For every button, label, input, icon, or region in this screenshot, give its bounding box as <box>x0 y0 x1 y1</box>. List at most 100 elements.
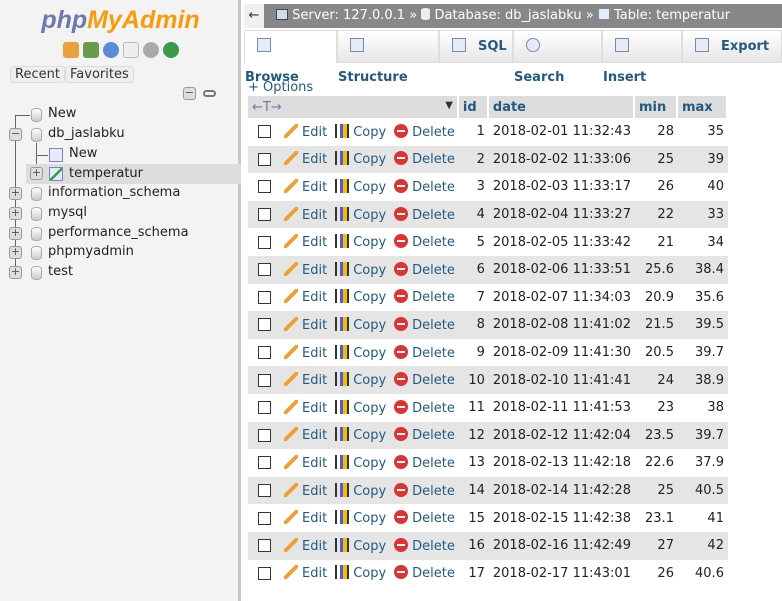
cell-max[interactable]: 39.5 <box>677 311 728 339</box>
copy-link[interactable]: Copy <box>335 427 386 443</box>
row-checkbox[interactable] <box>258 456 271 470</box>
edit-link[interactable]: Edit <box>284 537 327 554</box>
cell-max[interactable]: 35.6 <box>677 283 728 312</box>
delete-link[interactable]: Delete <box>394 372 455 388</box>
delete-link[interactable]: Delete <box>394 344 455 361</box>
copy-link[interactable]: Copy <box>335 123 386 140</box>
row-checkbox[interactable] <box>258 318 271 332</box>
delete-link[interactable]: Delete <box>394 537 455 554</box>
cell-id[interactable]: 13 <box>458 449 489 477</box>
cell-max[interactable]: 41 <box>677 504 728 532</box>
cell-max[interactable]: 39.7 <box>677 421 728 450</box>
cell-date[interactable]: 2018-02-01 11:32:43 <box>488 118 635 146</box>
cell-max[interactable]: 42 <box>677 531 728 560</box>
cell-id[interactable]: 2 <box>458 145 489 174</box>
row-checkbox[interactable] <box>258 263 271 277</box>
delete-link[interactable]: Delete <box>394 206 455 223</box>
tree-db-information-schema[interactable]: information_schema <box>48 183 180 203</box>
cell-date[interactable]: 2018-02-13 11:42:18 <box>488 449 635 477</box>
edit-link[interactable]: Edit <box>284 482 327 499</box>
edit-link[interactable]: Edit <box>284 372 327 388</box>
tab-search[interactable]: Search <box>513 30 602 85</box>
cell-max[interactable]: 38.4 <box>677 255 728 284</box>
copy-link[interactable]: Copy <box>335 510 386 526</box>
cell-min[interactable]: 23.5 <box>634 421 678 450</box>
cell-date[interactable]: 2018-02-16 11:42:49 <box>488 531 635 560</box>
row-checkbox[interactable] <box>258 208 271 222</box>
cell-min[interactable]: 21.5 <box>634 311 678 339</box>
collapse-icon[interactable]: − <box>9 128 22 141</box>
edit-link[interactable]: Edit <box>284 454 327 471</box>
header-id[interactable]: id <box>458 96 489 118</box>
copy-link[interactable]: Copy <box>335 372 386 388</box>
copy-link[interactable]: Copy <box>335 234 386 250</box>
cell-id[interactable]: 17 <box>458 559 489 588</box>
cell-id[interactable]: 12 <box>458 421 489 450</box>
delete-link[interactable]: Delete <box>394 565 455 581</box>
delete-link[interactable]: Delete <box>394 261 455 278</box>
copy-link[interactable]: Copy <box>335 261 386 278</box>
cell-max[interactable]: 38 <box>677 393 728 422</box>
edit-link[interactable]: Edit <box>284 123 327 140</box>
edit-link[interactable]: Edit <box>284 234 327 250</box>
edit-link[interactable]: Edit <box>284 178 327 195</box>
row-checkbox[interactable] <box>258 566 271 580</box>
help-icon[interactable] <box>103 42 119 58</box>
cell-min[interactable]: 20.9 <box>634 283 678 312</box>
cell-id[interactable]: 9 <box>458 338 489 367</box>
recent-button[interactable]: Recent <box>10 66 65 83</box>
delete-link[interactable]: Delete <box>394 151 455 167</box>
tree-table-label[interactable]: temperatur <box>69 164 143 184</box>
favorites-button[interactable]: Favorites <box>65 66 134 83</box>
tree-db-test[interactable]: test <box>48 262 73 282</box>
tab-export[interactable]: Export <box>682 30 782 63</box>
cell-date[interactable]: 2018-02-11 11:41:53 <box>488 393 635 422</box>
cell-date[interactable]: 2018-02-05 11:33:42 <box>488 228 635 256</box>
row-checkbox[interactable] <box>258 428 271 442</box>
cell-max[interactable]: 34 <box>677 228 728 256</box>
edit-link[interactable]: Edit <box>284 344 327 361</box>
tree-db-performance-schema[interactable]: performance_schema <box>48 223 189 243</box>
edit-link[interactable]: Edit <box>284 151 327 167</box>
tab-insert[interactable]: Insert <box>602 30 682 85</box>
cell-id[interactable]: 10 <box>458 366 489 394</box>
cell-min[interactable]: 26 <box>634 559 678 588</box>
column-resize-header[interactable]: ←T→ ▼ <box>248 96 459 118</box>
delete-link[interactable]: Delete <box>394 178 455 195</box>
edit-link[interactable]: Edit <box>284 565 327 581</box>
home-icon[interactable] <box>63 42 79 58</box>
cell-id[interactable]: 14 <box>458 476 489 505</box>
logout-icon[interactable] <box>83 42 99 58</box>
copy-link[interactable]: Copy <box>335 454 386 471</box>
tree-db-mysql[interactable]: mysql <box>48 203 87 223</box>
cell-id[interactable]: 8 <box>458 311 489 339</box>
collapse-panel-button[interactable]: ← <box>244 4 264 28</box>
delete-link[interactable]: Delete <box>394 482 455 499</box>
cell-min[interactable]: 28 <box>634 118 678 146</box>
cell-max[interactable]: 35 <box>677 118 728 146</box>
expand-icon[interactable]: + <box>30 167 43 180</box>
header-max[interactable]: max <box>677 96 728 118</box>
cell-min[interactable]: 21 <box>634 228 678 256</box>
delete-link[interactable]: Delete <box>394 234 455 250</box>
cell-id[interactable]: 5 <box>458 228 489 256</box>
cell-id[interactable]: 3 <box>458 173 489 201</box>
cell-date[interactable]: 2018-02-04 11:33:27 <box>488 200 635 229</box>
cell-max[interactable]: 39.7 <box>677 338 728 367</box>
cell-date[interactable]: 2018-02-17 11:43:01 <box>488 559 635 588</box>
delete-link[interactable]: Delete <box>394 123 455 140</box>
cell-id[interactable]: 7 <box>458 283 489 312</box>
edit-link[interactable]: Edit <box>284 427 327 443</box>
cell-date[interactable]: 2018-02-08 11:41:02 <box>488 311 635 339</box>
cell-min[interactable]: 20.5 <box>634 338 678 367</box>
row-checkbox[interactable] <box>258 125 271 139</box>
copy-link[interactable]: Copy <box>335 399 386 416</box>
expand-icon[interactable]: + <box>9 187 22 200</box>
edit-link[interactable]: Edit <box>284 510 327 526</box>
tree-new-table[interactable]: New <box>69 144 97 164</box>
breadcrumb-table[interactable]: Table: temperatur <box>614 8 730 23</box>
cell-min[interactable]: 22.6 <box>634 449 678 477</box>
cell-id[interactable]: 4 <box>458 200 489 229</box>
collapse-all-icon[interactable]: − <box>183 87 196 100</box>
tree-db-jaslabku[interactable]: db_jaslabku <box>48 124 125 144</box>
